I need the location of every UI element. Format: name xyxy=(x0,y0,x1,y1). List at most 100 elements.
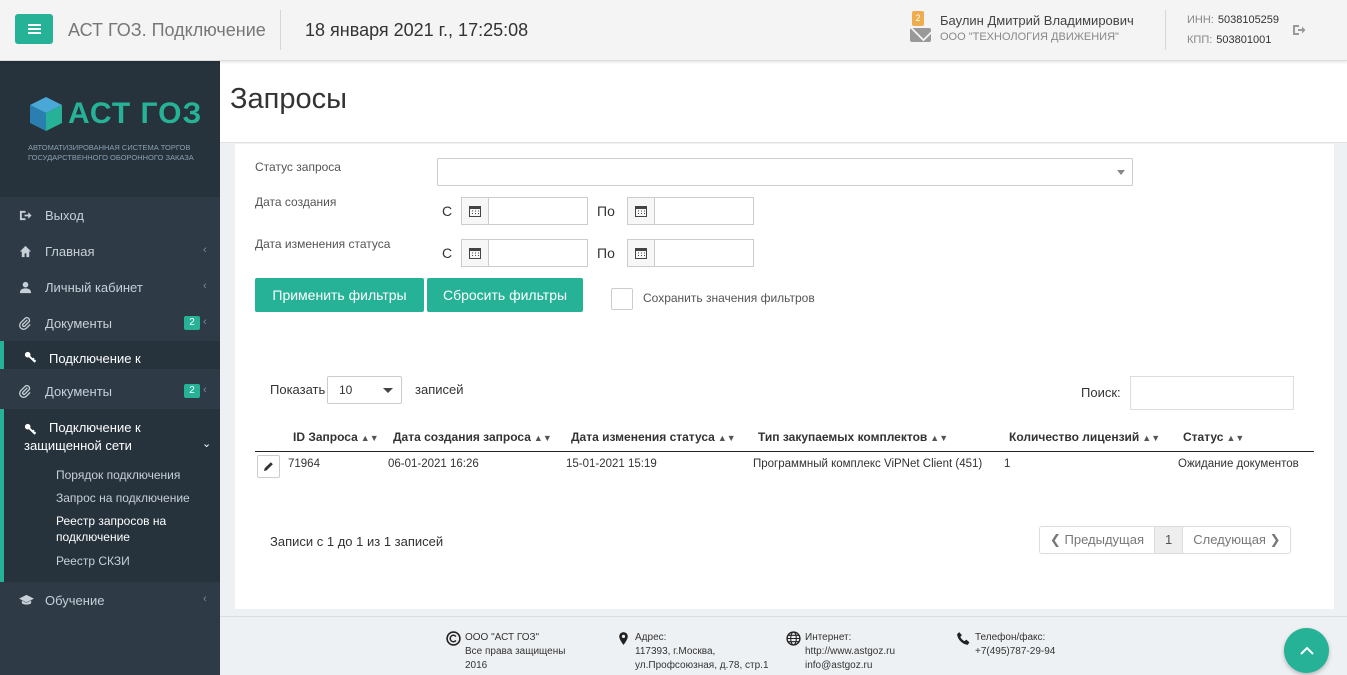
calendar-icon[interactable] xyxy=(628,198,655,224)
save-filters-label: Сохранить значения фильтров xyxy=(643,291,815,305)
sort-icon: ▲▼ xyxy=(717,433,736,443)
calendar-icon[interactable] xyxy=(462,198,489,224)
page-header: Запросы xyxy=(220,61,1347,143)
user-icon xyxy=(19,281,32,294)
submenu-link-skzi[interactable]: Реестр СКЗИ xyxy=(56,553,130,569)
sidebar-item-documents[interactable]: Документы 2 ‹ xyxy=(0,305,220,341)
notifications-button[interactable]: 2 xyxy=(910,11,932,45)
menu-toggle-button[interactable] xyxy=(15,14,53,44)
calendar-icon[interactable] xyxy=(628,240,655,266)
column-header-status[interactable]: Статус ▲▼ xyxy=(1183,430,1244,444)
sidebar-item-training[interactable]: Обучение ‹ xyxy=(0,582,220,618)
phone-icon xyxy=(957,632,970,645)
notification-count-badge: 2 xyxy=(912,11,924,26)
created-to-label: По xyxy=(597,203,615,219)
changed-from-label: С xyxy=(442,245,453,261)
footer-internet-label: Интернет: xyxy=(805,632,852,643)
sidebar-item-logout[interactable]: Выход xyxy=(0,197,220,233)
edit-request-button[interactable] xyxy=(257,455,280,478)
chevron-left-icon: ‹ xyxy=(203,593,207,605)
header-divider xyxy=(280,10,281,50)
prev-page-button[interactable]: ❮ Предыдущая xyxy=(1040,527,1156,553)
created-to-date-input[interactable] xyxy=(627,197,754,225)
footer-email-link[interactable]: info@astgoz.ru xyxy=(805,659,895,673)
logout-icon[interactable] xyxy=(1292,23,1306,37)
sidebar-item-label: Выход xyxy=(45,208,84,223)
column-header-label: Тип закупаемых комплектов xyxy=(758,430,928,444)
chevron-right-icon: ❯ xyxy=(1265,532,1281,547)
documents-count-badge: 2 xyxy=(184,384,200,398)
header-divider xyxy=(1165,10,1166,50)
kpp-label: КПП: xyxy=(1187,34,1213,46)
caret-down-icon xyxy=(383,388,393,393)
column-header-created[interactable]: Дата создания запроса ▲▼ xyxy=(393,430,552,444)
sidebar-item-cabinet[interactable]: Личный кабинет ‹ xyxy=(0,269,220,305)
logo-cube-icon xyxy=(30,97,62,131)
footer-rights: Все права защищены xyxy=(465,646,566,657)
apply-filters-button[interactable]: Применить фильтры xyxy=(255,278,424,312)
sidebar-item-home[interactable]: Главная ‹ xyxy=(0,233,220,269)
page-size-select[interactable]: 10 xyxy=(327,376,402,404)
footer-year: 2016 xyxy=(465,660,488,671)
paperclip-icon xyxy=(19,385,31,398)
footer-company: ООО "АСТ ГОЗ" xyxy=(465,632,540,643)
kpp-info: КПП: 503801001 xyxy=(1187,34,1271,46)
chevron-down-icon: ⌄ xyxy=(202,438,212,450)
app-title: АСТ ГОЗ. Подключение xyxy=(68,20,266,40)
column-header-changed[interactable]: Дата изменения статуса ▲▼ xyxy=(571,430,736,444)
page-1-button[interactable]: 1 xyxy=(1155,527,1184,553)
changed-to-date-input[interactable] xyxy=(627,239,754,267)
logout-icon xyxy=(19,210,32,221)
key-icon xyxy=(24,351,37,363)
changed-to-label: По xyxy=(597,245,615,261)
next-page-button[interactable]: Следующая ❯ xyxy=(1183,527,1291,553)
sidebar-item-connection[interactable]: Подключение к xyxy=(0,341,220,369)
submenu-header[interactable]: Подключение к защищенной сети xyxy=(24,419,141,455)
column-header-label: Количество лицензий xyxy=(1009,430,1140,444)
column-header-label: Дата создания запроса xyxy=(393,430,531,444)
column-header-type[interactable]: Тип закупаемых комплектов ▲▼ xyxy=(758,430,948,444)
save-filters-checkbox[interactable] xyxy=(611,288,633,310)
page-size-value: 10 xyxy=(339,383,353,397)
footer-address: Адрес: 117393, г.Москва, ул.Профсоюзная,… xyxy=(619,631,769,673)
sort-icon: ▲▼ xyxy=(1226,433,1245,443)
chevron-left-icon: ‹ xyxy=(203,280,207,292)
sidebar-item-label: Личный кабинет xyxy=(45,280,143,295)
submenu-link-order[interactable]: Порядок подключения xyxy=(56,467,180,483)
reset-filters-button[interactable]: Сбросить фильтры xyxy=(427,278,583,312)
submenu-link-registry[interactable]: Реестр запросов на подключение xyxy=(56,513,166,545)
created-from-label: С xyxy=(442,203,453,219)
submenu-title-line1: Подключение к xyxy=(49,420,141,435)
content-panel: Статус запроса Дата создания С По Дата и… xyxy=(235,144,1334,609)
created-from-date-input[interactable] xyxy=(461,197,588,225)
logo-text: АСТ ГОЗ xyxy=(68,97,203,130)
chevron-left-icon: ‹ xyxy=(203,316,207,328)
sidebar-item-label: Обучение xyxy=(45,593,105,608)
changed-from-date-input[interactable] xyxy=(461,239,588,267)
status-filter-select[interactable] xyxy=(437,158,1133,186)
caret-down-icon xyxy=(1117,170,1125,175)
sidebar: АСТ ГОЗ Автоматизированная система торго… xyxy=(0,61,220,675)
chevron-up-icon xyxy=(1299,646,1314,655)
scroll-to-top-button[interactable] xyxy=(1284,628,1329,673)
created-date-label: Дата создания xyxy=(255,195,337,209)
column-header-licenses[interactable]: Количество лицензий ▲▼ xyxy=(1009,430,1160,444)
chevron-left-icon: ‹ xyxy=(203,244,207,256)
cell-changed: 15-01-2021 15:19 xyxy=(566,458,657,470)
sidebar-submenu-secure-network: Подключение к защищенной сети ⌄ Порядок … xyxy=(0,409,220,582)
chevron-left-icon: ❮ xyxy=(1050,532,1065,547)
next-page-label: Следующая xyxy=(1193,532,1266,547)
sidebar-item-documents-2[interactable]: Документы 2 ‹ xyxy=(0,373,220,409)
column-header-id[interactable]: ID Запроса ▲▼ xyxy=(293,430,379,444)
submenu-link-request[interactable]: Запрос на подключение xyxy=(56,490,190,506)
user-name[interactable]: Баулин Дмитрий Владимирович xyxy=(940,13,1134,28)
search-input[interactable] xyxy=(1130,376,1294,410)
footer-website-link[interactable]: http://www.astgoz.ru xyxy=(805,645,895,659)
calendar-icon[interactable] xyxy=(462,240,489,266)
pagination: ❮ Предыдущая 1 Следующая ❯ xyxy=(1039,526,1292,554)
sidebar-item-label: Подключение к xyxy=(49,351,141,366)
footer-phone-label: Телефон/факс: xyxy=(975,632,1046,643)
pencil-icon xyxy=(264,462,273,471)
status-filter-label: Статус запроса xyxy=(255,160,341,174)
table-header-divider xyxy=(255,451,1314,452)
